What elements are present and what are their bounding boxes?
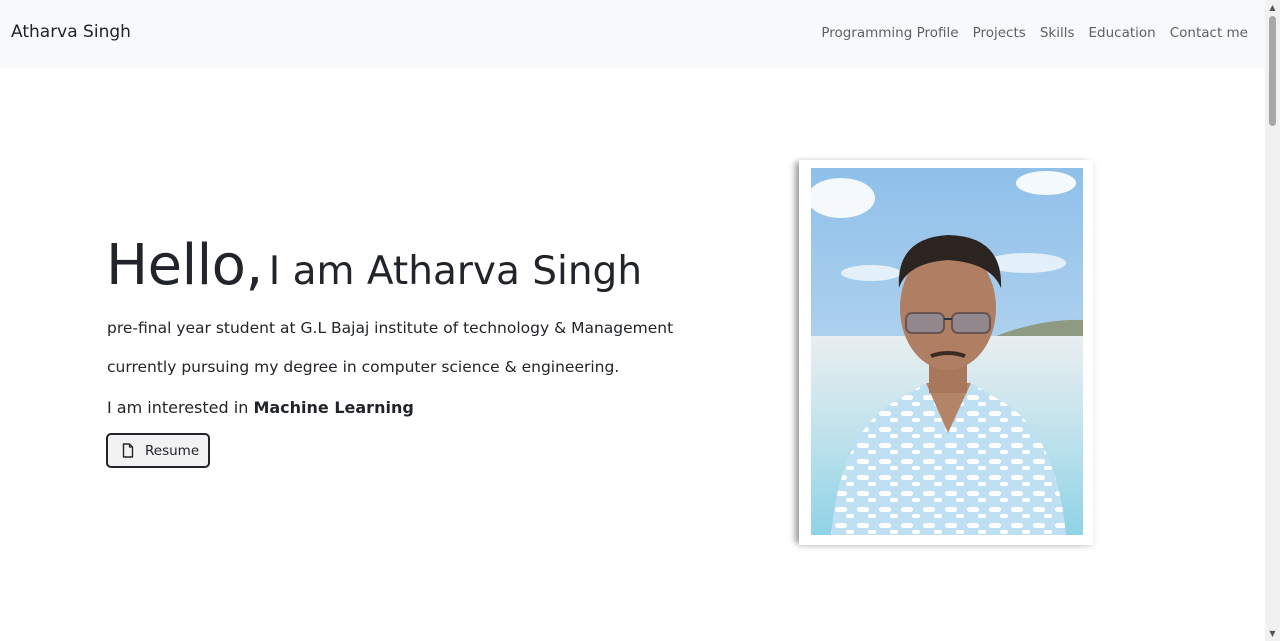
file-icon [122,443,134,458]
scroll-down-icon[interactable]: ▼ [1265,626,1280,641]
nav-link-education[interactable]: Education [1089,25,1156,41]
hero-intro: I am Atharva Singh [268,249,643,294]
hero-line-interest: I am interested in Machine Learning [107,398,414,417]
hero-line-college: pre-final year student at G.L Bajaj inst… [107,319,674,337]
resume-button-label: Resume [145,442,200,459]
navbar-brand[interactable]: Atharva Singh [11,22,131,42]
scrollbar[interactable]: ▲ ▼ [1265,0,1280,641]
nav-link-skills[interactable]: Skills [1040,25,1075,41]
hero-heading: Hello, I am Atharva Singh [106,238,642,294]
resume-button[interactable]: Resume [106,433,210,468]
profile-photo [811,168,1083,535]
hero-greeting: Hello, [106,233,263,298]
interest-prefix: I am interested in [107,398,249,417]
nav-link-contact[interactable]: Contact me [1170,25,1248,41]
nav-link-programming-profile[interactable]: Programming Profile [821,25,958,41]
profile-photo-frame [799,160,1093,545]
scroll-up-icon[interactable]: ▲ [1265,0,1280,15]
nav-links: Programming Profile Projects Skills Educ… [821,25,1248,41]
interest-value: Machine Learning [253,398,414,417]
navbar: Atharva Singh Programming Profile Projec… [0,0,1265,68]
scrollbar-thumb[interactable] [1269,16,1276,126]
hero-line-degree: currently pursuing my degree in computer… [107,358,620,376]
nav-link-projects[interactable]: Projects [973,25,1026,41]
